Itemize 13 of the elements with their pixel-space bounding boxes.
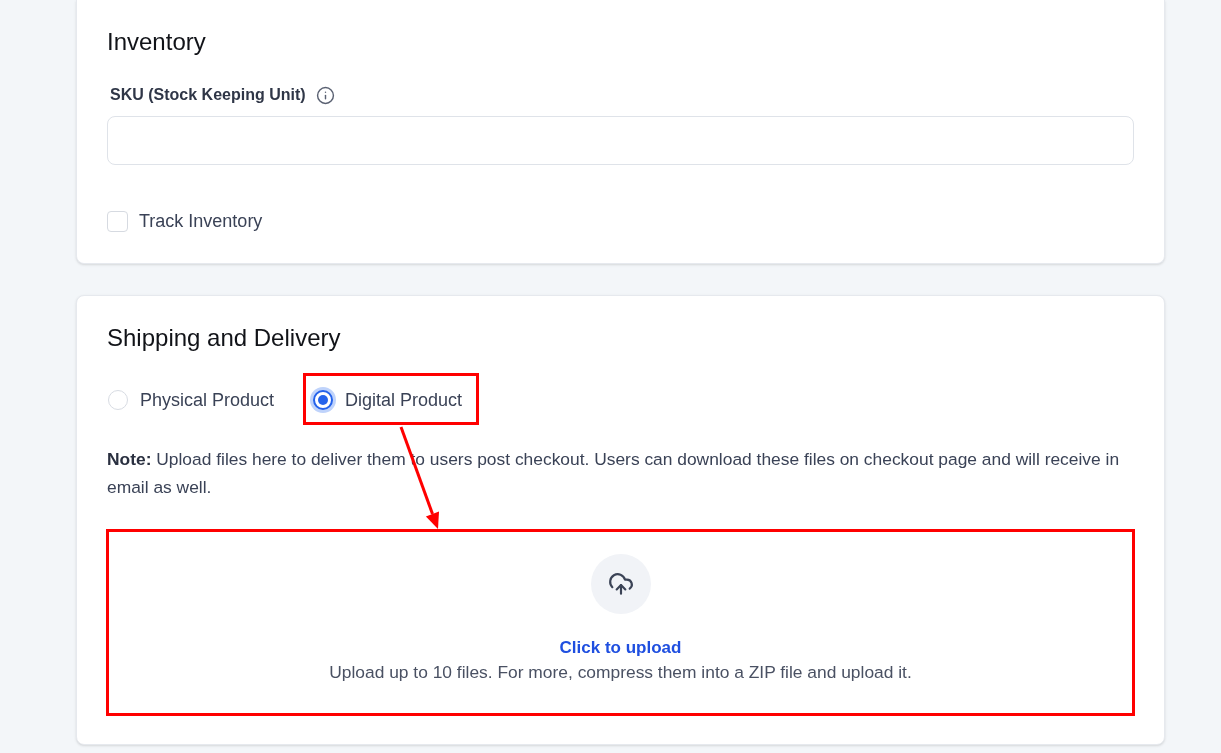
- checkbox[interactable]: [107, 210, 128, 232]
- section-title: Shipping and Delivery: [107, 324, 342, 352]
- sku-input[interactable]: [107, 116, 1134, 165]
- checkbox-label[interactable]: Track Inventory: [139, 209, 263, 233]
- upload-link[interactable]: Click to upload: [559, 636, 682, 660]
- radio-label[interactable]: Physical Product: [140, 388, 275, 412]
- info-icon[interactable]: [315, 85, 335, 105]
- upload-hint: Upload up to 10 files. For more, compress them into a ZIP file and upload it.: [329, 661, 912, 684]
- field-label: SKU (Stock Keeping Unit): [110, 85, 306, 105]
- upload-dropzone[interactable]: Click to upload Upload up to 10 files. For more, compress them into a ZIP file and upload it.: [106, 529, 1135, 716]
- radio-label[interactable]: Digital Product: [345, 388, 463, 412]
- radio-button[interactable]: [313, 390, 334, 410]
- section-title: Inventory: [107, 28, 207, 56]
